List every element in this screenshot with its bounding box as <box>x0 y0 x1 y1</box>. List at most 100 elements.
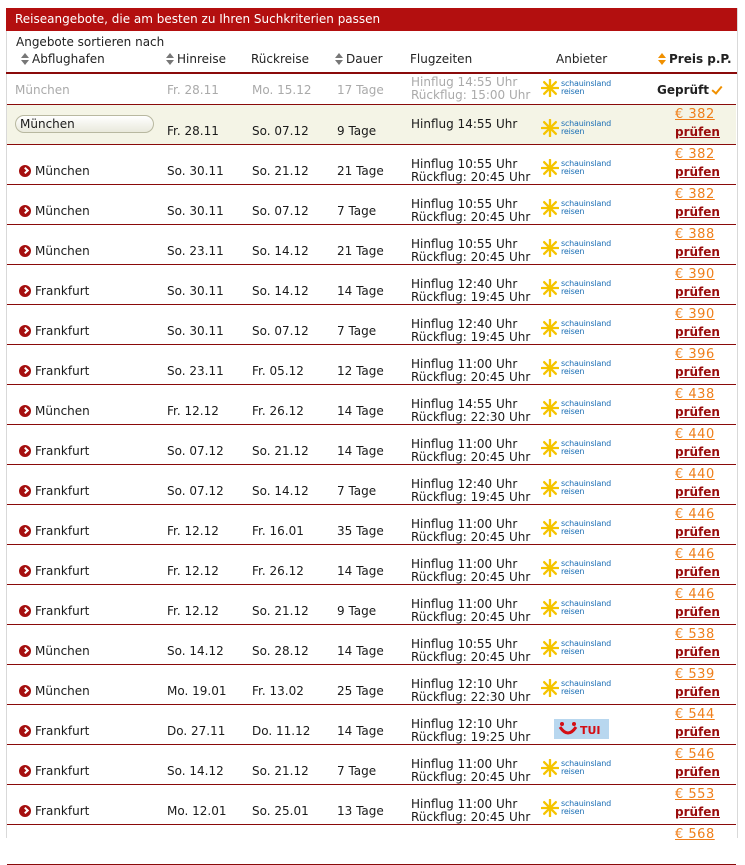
departure-cell[interactable]: Frankfurt <box>19 524 89 538</box>
departure-cell[interactable]: Frankfurt <box>19 764 89 778</box>
check-offer-link[interactable]: prüfen <box>675 165 720 179</box>
price-link[interactable]: € 382 <box>675 147 715 162</box>
check-offer-link[interactable]: prüfen <box>675 805 720 819</box>
schauinsland-logo: schauinsland reisen <box>540 398 617 419</box>
departure-cell[interactable]: München <box>19 644 90 658</box>
price-link[interactable]: € 446 <box>675 547 715 562</box>
check-offer-link[interactable]: prüfen <box>675 405 720 419</box>
flight-back: Rückflug: 22:30 Uhr <box>411 410 531 424</box>
logo-line2: reisen <box>561 127 585 136</box>
price-link[interactable]: € 440 <box>675 467 715 482</box>
selected-departure-button[interactable]: München <box>15 115 154 133</box>
offer-row[interactable]: Frankfurt Do. 27.11 Do. 11.12 14 Tage Hinflu… <box>7 705 736 745</box>
departure-cell[interactable]: München <box>19 244 90 258</box>
offer-row[interactable]: München So. 30.11 So. 07.12 7 Tage Hinflug 1… <box>7 185 736 225</box>
header-return: Rückreise <box>251 52 309 66</box>
offer-row[interactable]: Frankfurt So. 07.12 So. 14.12 7 Tage Hinflug… <box>7 465 736 505</box>
offer-row[interactable]: Frankfurt So. 30.11 So. 07.12 7 Tage Hinflug… <box>7 305 736 345</box>
arrow-right-icon <box>19 565 31 577</box>
check-offer-link[interactable]: prüfen <box>675 365 720 379</box>
price-link[interactable]: € 438 <box>675 387 715 402</box>
price-link[interactable]: € 539 <box>675 667 715 682</box>
schauinsland-logo: schauinsland reisen <box>540 78 617 99</box>
offer-row[interactable]: Frankfurt Fr. 12.12 Fr. 16.01 35 Tage Hinflu… <box>7 505 736 545</box>
check-offer-link[interactable]: prüfen <box>675 485 720 499</box>
departure-cell[interactable]: Frankfurt <box>19 604 89 618</box>
check-offer-link[interactable]: prüfen <box>675 645 720 659</box>
offer-row[interactable]: Frankfurt Mo. 12.01 So. 25.01 13 Tage Hinflu… <box>7 785 736 825</box>
offer-row[interactable]: München Fr. 28.11 So. 07.12 9 Tage Hinflug 1… <box>7 105 736 145</box>
flight-back: Rückflug: 20:45 Uhr <box>411 210 531 224</box>
flight-times: Hinflug 10:55 Uhr Rückflug: 20:45 Uhr <box>411 638 530 664</box>
departure-cell[interactable]: Frankfurt <box>19 444 89 458</box>
price-link[interactable]: € 568 <box>675 827 715 842</box>
header-departure-label: Abflughafen <box>32 52 105 66</box>
price-link[interactable]: € 388 <box>675 227 715 242</box>
return-date: Do. 11.12 <box>252 724 311 738</box>
logo-line2: reisen <box>561 607 585 616</box>
departure-cell[interactable]: Frankfurt <box>19 724 89 738</box>
departure-cell[interactable]: München <box>19 204 90 218</box>
offer-row[interactable]: Frankfurt Fr. 12.12 So. 21.12 9 Tage Hinflug… <box>7 585 736 625</box>
offer-row[interactable]: Frankfurt Fr. 12.12 Fr. 26.12 14 Tage Hinflu… <box>7 545 736 585</box>
trip-duration: 14 Tage <box>337 644 384 658</box>
check-offer-link[interactable]: prüfen <box>675 565 720 579</box>
price-link[interactable]: € 396 <box>675 347 715 362</box>
sort-by-outbound[interactable]: Hinreise <box>165 52 226 66</box>
check-offer-link[interactable]: prüfen <box>675 325 720 339</box>
price-link[interactable]: € 544 <box>675 707 715 722</box>
schauinsland-logo: schauinsland reisen <box>540 678 617 699</box>
departure-cell[interactable]: München <box>19 684 90 698</box>
price-link[interactable]: € 446 <box>675 587 715 602</box>
offer-row[interactable]: Frankfurt So. 30.11 So. 14.12 14 Tage Hinflu… <box>7 265 736 305</box>
flight-times: Hinflug 11:00 Uhr Rückflug: 20:45 Uhr <box>411 758 530 784</box>
price-link[interactable]: € 390 <box>675 267 715 282</box>
offer-row[interactable]: München So. 14.12 So. 28.12 14 Tage Hinflug … <box>7 625 736 665</box>
departure-cell[interactable]: Frankfurt <box>19 564 89 578</box>
check-offer-link[interactable]: prüfen <box>675 285 720 299</box>
price-link[interactable]: € 390 <box>675 307 715 322</box>
check-offer-link[interactable]: prüfen <box>675 245 720 259</box>
sort-by-departure[interactable]: Abflughafen <box>20 52 105 66</box>
check-offer-link[interactable]: prüfen <box>675 525 720 539</box>
check-offer-link[interactable]: prüfen <box>675 605 720 619</box>
sort-by-duration[interactable]: Dauer <box>334 52 383 66</box>
offer-row[interactable]: € 568 <box>7 825 736 865</box>
price-link[interactable]: € 382 <box>675 107 715 122</box>
offer-row[interactable]: München Fr. 12.12 Fr. 26.12 14 Tage Hinflug … <box>7 385 736 425</box>
check-offer-link[interactable]: prüfen <box>675 205 720 219</box>
sort-by-price[interactable]: Preis p.P. <box>657 52 732 66</box>
departure-cell[interactable]: Frankfurt <box>19 284 89 298</box>
departure-cell[interactable]: Frankfurt <box>19 324 89 338</box>
return-date: So. 21.12 <box>252 164 309 178</box>
check-offer-link[interactable]: prüfen <box>675 685 720 699</box>
departure-cell[interactable]: Frankfurt <box>19 484 89 498</box>
offer-row[interactable]: München Mo. 19.01 Fr. 13.02 25 Tage Hinflug … <box>7 665 736 705</box>
check-offer-link[interactable]: prüfen <box>675 765 720 779</box>
price-link[interactable]: € 553 <box>675 787 715 802</box>
departure-label: München <box>20 117 75 131</box>
flight-times: Hinflug 12:10 Uhr Rückflug: 19:25 Uhr <box>411 718 530 744</box>
check-offer-link[interactable]: prüfen <box>675 125 720 139</box>
departure-cell[interactable]: Frankfurt <box>19 364 89 378</box>
check-offer-link[interactable]: prüfen <box>675 725 720 739</box>
logo-line2: reisen <box>561 287 585 296</box>
departure-cell[interactable]: München <box>19 404 90 418</box>
price-link[interactable]: € 382 <box>675 187 715 202</box>
offer-row[interactable]: München So. 30.11 So. 21.12 21 Tage Hinflug … <box>7 145 736 185</box>
offer-row[interactable]: Frankfurt So. 14.12 So. 21.12 7 Tage Hinflug… <box>7 745 736 785</box>
offer-row[interactable]: Frankfurt So. 07.12 So. 21.12 14 Tage Hinflu… <box>7 425 736 465</box>
sort-caption: Angebote sortieren nach <box>16 35 165 49</box>
logo-line2: reisen <box>561 447 585 456</box>
check-offer-link[interactable]: prüfen <box>675 445 720 459</box>
price-link[interactable]: € 538 <box>675 627 715 642</box>
price-link[interactable]: € 440 <box>675 427 715 442</box>
offer-row[interactable]: München So. 23.11 So. 14.12 21 Tage Hinflug … <box>7 225 736 265</box>
price-link[interactable]: € 446 <box>675 507 715 522</box>
offer-row[interactable]: Frankfurt So. 23.11 Fr. 05.12 12 Tage Hinflu… <box>7 345 736 385</box>
sun-icon <box>540 638 560 658</box>
departure-cell[interactable]: München <box>19 164 90 178</box>
price-link[interactable]: € 546 <box>675 747 715 762</box>
departure-cell[interactable]: Frankfurt <box>19 804 89 818</box>
provider-name: schauinsland reisen <box>561 520 611 536</box>
